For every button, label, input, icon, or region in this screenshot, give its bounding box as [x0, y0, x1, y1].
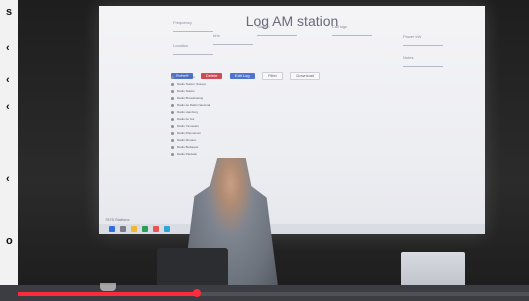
field-label-frequency: Frequency: [173, 20, 192, 25]
log-dot-icon: [171, 103, 174, 107]
start-icon[interactable]: [109, 226, 115, 232]
app-icon[interactable]: [142, 226, 148, 232]
browser-icon[interactable]: [153, 226, 159, 232]
field-label-callsign: Call sign: [332, 24, 348, 29]
field-frequency: Frequency: [173, 20, 213, 32]
log-dot-icon: [171, 117, 174, 121]
left-glyph-3: ‹: [6, 74, 10, 86]
log-item-text: Radio Pakistan: [177, 152, 198, 156]
field-callsign: Call sign: [332, 24, 372, 36]
taskbar: [99, 224, 485, 234]
log-dot-icon: [171, 124, 174, 128]
projected-screen: Log AM station Frequency kHz Station Cal…: [99, 6, 485, 234]
left-overlay-strip: s ‹ ‹ ‹ ‹ o: [0, 0, 18, 301]
log-item-text: Radio Budapest: [177, 145, 199, 149]
left-glyph-4: ‹: [6, 101, 10, 113]
log-item[interactable]: Radio Monaco: [171, 137, 411, 143]
field-power: Power kW: [403, 34, 443, 46]
field-label-station: Station: [257, 24, 270, 29]
field-label-location: Location: [173, 43, 189, 48]
log-dot-icon: [171, 75, 174, 79]
field-notes: Notes: [403, 55, 443, 67]
log-item-text: Radio Station (Korea): [177, 82, 206, 86]
log-dot-icon: [171, 96, 174, 100]
log-item[interactable]: Radio Budapest: [171, 144, 411, 150]
log-item[interactable]: Radio Yanuwatu: [171, 123, 411, 129]
left-glyph-1: s: [6, 6, 13, 18]
callsign-value[interactable]: [332, 31, 372, 36]
folder-icon[interactable]: [131, 226, 137, 232]
field-station: Station: [257, 24, 297, 36]
power-value[interactable]: [403, 41, 443, 46]
log-list: Radio Station Radio Station (Korea) Radi…: [171, 74, 411, 158]
video-progress-fill: [18, 292, 197, 296]
log-item-text: Radio de Radio Nacional: [177, 103, 211, 107]
field-label-khz: kHz: [213, 33, 220, 38]
left-glyph-2: ‹: [6, 42, 10, 54]
video-frame: s ‹ ‹ ‹ ‹ o Log AM station Frequency kHz…: [0, 0, 529, 301]
station-count-status: 7875 Stations: [105, 217, 130, 222]
log-item-text: Radio Station: [177, 89, 196, 93]
log-dot-icon: [171, 152, 174, 156]
glass-icon: [100, 283, 116, 291]
left-glyph-5: ‹: [6, 173, 10, 185]
log-item[interactable]: Radio Station: [171, 88, 411, 94]
notes-value[interactable]: [403, 62, 443, 67]
log-item-text: Radio Station: [177, 75, 196, 79]
log-item-text: Radio Broadcasting: [177, 96, 204, 100]
log-item-text: Radio Hamburg: [177, 110, 199, 114]
log-item[interactable]: Radio de Sur: [171, 116, 411, 122]
video-progress-track[interactable]: [18, 289, 529, 297]
khz-value[interactable]: [213, 40, 253, 45]
log-dot-icon: [171, 131, 174, 135]
field-label-notes: Notes: [403, 55, 414, 60]
log-dot-icon: [171, 89, 174, 93]
left-glyph-6: o: [6, 235, 13, 247]
video-progress-knob-icon[interactable]: [192, 289, 201, 297]
log-dot-icon: [171, 82, 174, 86]
log-item[interactable]: Radio Hamburg: [171, 109, 411, 115]
log-item[interactable]: Radio Pakistan: [171, 151, 411, 157]
log-item[interactable]: Radio Rhemacom: [171, 130, 411, 136]
station-value[interactable]: [257, 31, 297, 36]
log-dot-icon: [171, 110, 174, 114]
field-label-power: Power kW: [403, 34, 422, 39]
log-item-text: Radio Yanuwatu: [177, 124, 199, 128]
location-value[interactable]: [173, 50, 213, 55]
log-item[interactable]: Radio de Radio Nacional: [171, 102, 411, 108]
mail-icon[interactable]: [164, 226, 170, 232]
log-item[interactable]: Radio Broadcasting: [171, 95, 411, 101]
log-dot-icon: [171, 145, 174, 149]
log-item[interactable]: Radio Station: [171, 74, 411, 80]
log-item-text: Radio Rhemacom: [177, 131, 202, 135]
frequency-value[interactable]: [173, 27, 213, 32]
log-item-text: Radio Monaco: [177, 138, 197, 142]
search-icon[interactable]: [120, 226, 126, 232]
log-item[interactable]: Radio Station (Korea): [171, 81, 411, 87]
log-dot-icon: [171, 138, 174, 142]
field-khz: kHz: [213, 33, 253, 45]
field-location: Location: [173, 43, 213, 55]
log-item-text: Radio de Sur: [177, 117, 195, 121]
